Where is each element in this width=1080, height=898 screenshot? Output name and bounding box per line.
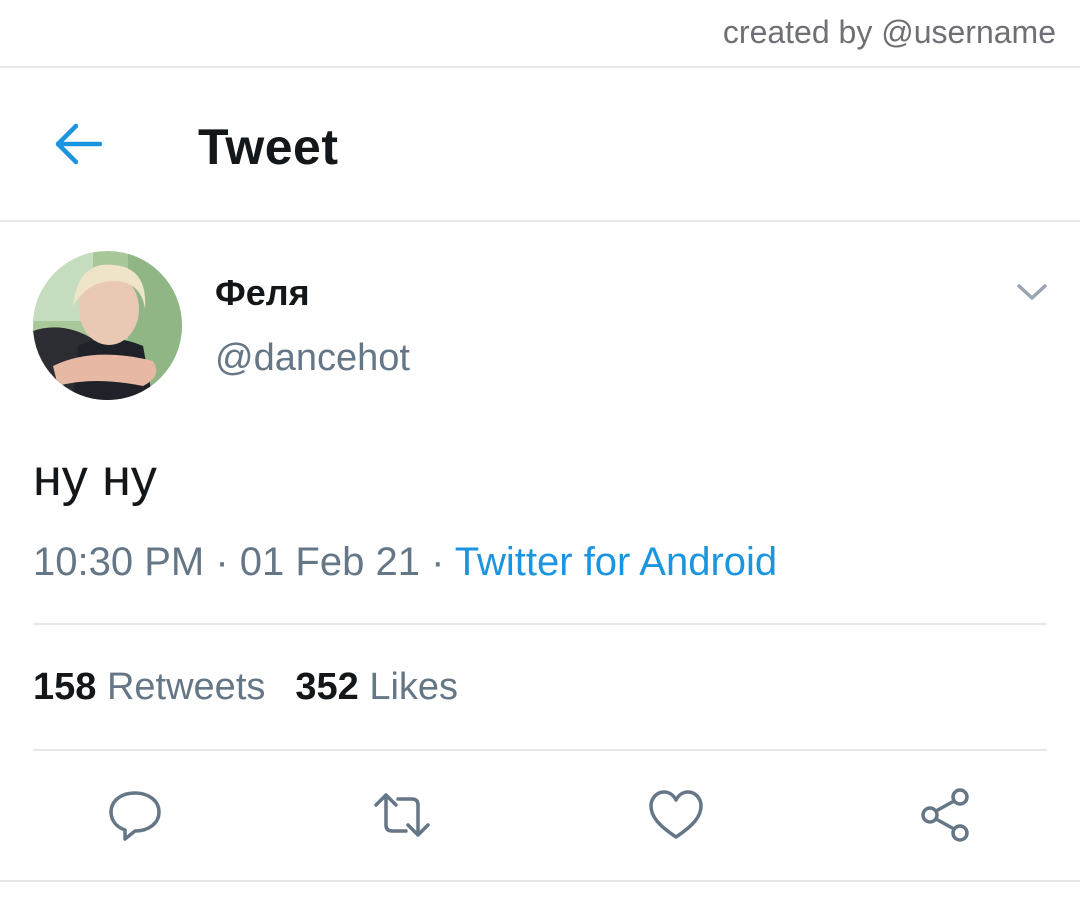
reply-button[interactable] [105,785,165,845]
tweet-stats: 158 Retweets 352 Likes [33,666,458,709]
share-icon [921,788,969,842]
share-button[interactable] [916,785,976,845]
likes-label: Likes [369,666,459,708]
stats-divider [33,749,1047,751]
more-options-button[interactable] [1014,278,1050,306]
reply-icon [109,791,161,841]
heart-icon [649,790,703,839]
meta-divider [33,623,1047,625]
retweet-button[interactable] [372,785,432,845]
tweet-date: 01 Feb 21 [239,540,420,584]
profile-photo [33,251,182,400]
meta-separator: · [431,540,445,584]
header-divider [0,220,1080,222]
display-name[interactable]: Феля [215,272,310,314]
topbar-divider [0,66,1080,68]
creator-credit: created by @username [722,14,1056,50]
likes-count: 352 [295,666,359,708]
retweets-stat[interactable]: 158 Retweets [33,666,265,708]
retweets-label: Retweets [106,666,266,708]
meta-separator: · [215,540,229,584]
tweet-source-link[interactable]: Twitter for Android [455,540,777,584]
chevron-down-icon [1017,284,1047,300]
bottom-divider [0,880,1080,882]
arrow-left-icon [55,123,103,165]
user-handle[interactable]: @dancehot [215,337,410,380]
page-title: Tweet [198,119,339,175]
retweet-icon [374,793,430,837]
like-button[interactable] [646,785,706,845]
retweets-count: 158 [33,666,97,708]
tweet-text: ну ну [33,449,157,507]
tweet-time: 10:30 PM [33,540,205,584]
avatar[interactable] [33,251,182,400]
tweet-meta: 10:30 PM · 01 Feb 21 · Twitter for Andro… [33,540,777,585]
likes-stat[interactable]: 352 Likes [295,666,458,708]
back-button[interactable] [52,120,104,168]
